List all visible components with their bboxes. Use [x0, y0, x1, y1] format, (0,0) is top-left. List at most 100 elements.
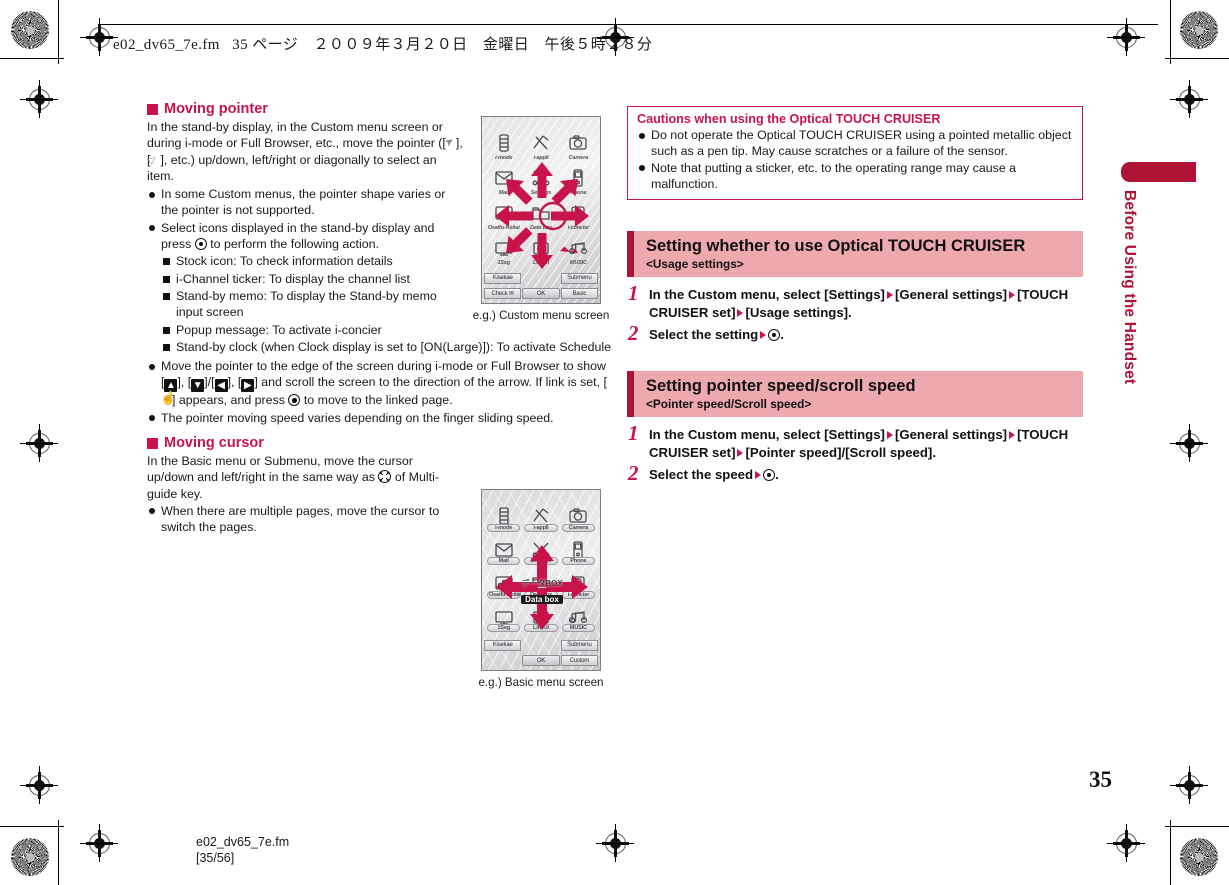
- step: 1 In the Custom menu, select [Settings] […: [628, 283, 1084, 321]
- figure-custom-menu: i-mode i-appli Camera Mail Settings Phone Osai…: [473, 116, 611, 323]
- bullet-dot-icon: [149, 415, 155, 422]
- square-bullet-icon: [163, 275, 170, 283]
- menu-tile-settings[interactable]: Settings: [522, 162, 559, 197]
- menu-tile-i-mode[interactable]: i-mode: [485, 500, 522, 534]
- list-item: i-Channel ticker: To display the channel…: [161, 271, 463, 287]
- i-appli-icon: [531, 507, 551, 525]
- softkey-kisekae[interactable]: Kisekae: [484, 272, 522, 284]
- registration-mark-bl: [80, 824, 118, 862]
- camera-icon: [568, 134, 588, 152]
- custom-menu-screenshot: i-mode i-appli Camera Mail Settings Phone Osai…: [481, 116, 601, 304]
- list-item: Stand-by memo: To display the Stand-by m…: [161, 288, 463, 321]
- menu-tile-i-concier[interactable]: i-concier: [560, 197, 597, 232]
- intro-part1: In the stand-by display, in the Custom m…: [147, 120, 446, 151]
- square-bullet-icon: [163, 292, 170, 300]
- moving-pointer-bullets-wide: Move the pointer to the edge of the scre…: [147, 358, 607, 426]
- menu-tile-data-box[interactable]: Data box: [522, 197, 559, 232]
- registration-mark-bc: [596, 824, 634, 862]
- step-number: 1: [628, 421, 639, 445]
- settings-icon: [531, 169, 551, 187]
- menu-tile-lifekit[interactable]: LifeKit: [522, 232, 559, 267]
- menu-tile-camera[interactable]: Camera: [560, 500, 597, 534]
- menu-tile-mail[interactable]: Mail: [485, 534, 522, 568]
- subbullet-text: Popup message: To activate i-concier: [176, 322, 382, 337]
- select-key-icon: [768, 329, 781, 341]
- step-part: Select the setting: [649, 327, 759, 342]
- menu-tile-mail[interactable]: Mail: [485, 162, 522, 197]
- figure-basic-menu: i-mode i-appli Camera Mail Settings Phone Osai…: [478, 489, 611, 690]
- menu-tile-1seg[interactable]: 1Seg: [485, 232, 522, 267]
- softkey-ok[interactable]: OK: [522, 288, 560, 300]
- pointer-outline-icon: [150, 154, 160, 166]
- list-item: Stand-by clock (when Clock display is se…: [161, 339, 621, 355]
- arrow-separator-icon: [760, 331, 767, 339]
- center-label-jp: データBOX: [521, 579, 563, 588]
- registration-mark-mr: [1170, 80, 1208, 118]
- bullet-text: When there are multiple pages, move the …: [161, 503, 440, 535]
- footer-pages: [35/56]: [196, 851, 235, 865]
- step-number: 2: [628, 321, 639, 345]
- steps-usage-settings: 1 In the Custom menu, select [Settings] […: [628, 283, 1084, 349]
- softkey-bar: Kisekae Submenu Check ✉ OK Basic: [484, 271, 598, 301]
- step: 1 In the Custom menu, select [Settings] […: [628, 421, 1084, 461]
- menu-tile-label: Camera: [568, 155, 589, 161]
- softkey-custom[interactable]: Custom: [560, 655, 598, 667]
- step-part: [General settings]: [894, 287, 1008, 302]
- list-item: Move the pointer to the edge of the scre…: [147, 358, 607, 409]
- moving-cursor-intro: In the Basic menu or Submenu, move the c…: [147, 453, 463, 502]
- menu-tile-phone[interactable]: Phone: [560, 534, 597, 568]
- step-text: Select the setting.: [649, 327, 784, 342]
- menu-tile-osaifu-keitai[interactable]: Osaifu-Keitai: [485, 197, 522, 232]
- move-text-c: ]/[: [204, 375, 215, 390]
- softkey-basic[interactable]: Basic: [560, 288, 598, 300]
- arrow-separator-icon: [886, 291, 893, 299]
- softkey-bar: Kisekae Submenu OK Custom: [484, 638, 598, 668]
- menu-tile-phone[interactable]: Phone: [560, 162, 597, 197]
- move-text-b: ], [: [177, 375, 192, 390]
- menu-tile-i-appli[interactable]: i-appli: [522, 127, 559, 162]
- caution-title: Cautions when using the Optical TOUCH CR…: [637, 112, 941, 126]
- softkey-ok[interactable]: OK: [522, 655, 560, 667]
- softkey-check-[interactable]: Check ✉: [484, 288, 522, 300]
- registration-mark-mr2: [1170, 424, 1208, 462]
- menu-tile-label: Settings: [524, 557, 558, 565]
- menu-tile-i-mode[interactable]: i-mode: [485, 127, 522, 162]
- heading-moving-pointer: Moving pointer: [147, 101, 607, 117]
- i-appli-icon: [531, 134, 551, 152]
- menu-tile-camera[interactable]: Camera: [560, 127, 597, 162]
- softkey-submenu[interactable]: Submenu: [560, 272, 598, 284]
- menu-tile-music[interactable]: MUSIC: [560, 232, 597, 267]
- menu-tile-label: Mail: [487, 557, 521, 565]
- heading-text: Moving cursor: [164, 435, 264, 452]
- registration-mark-br: [1107, 824, 1145, 862]
- menu-tile-label: 1Seg: [497, 260, 510, 266]
- section-header-usage-settings: Setting whether to use Optical TOUCH CRU…: [627, 231, 1083, 277]
- menu-tile-label: Osaifu-Keitai: [487, 225, 520, 231]
- select-key-icon: [194, 238, 207, 251]
- section-title: Setting pointer speed/scroll speed: [646, 377, 916, 395]
- section-square-icon: [147, 103, 158, 115]
- page-header-slug: e02_dv65_7e.fm 35 ページ ２００９年３月２０日 金曜日 午後５…: [98, 24, 1158, 54]
- step-text: In the Custom menu, select [Settings] [Ge…: [649, 286, 1084, 321]
- list-item: Stock icon: To check information details: [161, 253, 463, 269]
- menu-grid: i-mode i-appli Camera Mail Settings Phone Osai…: [485, 127, 597, 267]
- heading-moving-cursor: Moving cursor: [147, 435, 607, 451]
- square-bullet-icon: [163, 343, 170, 351]
- arrow-separator-icon: [1009, 431, 1016, 439]
- registration-mark-ml: [20, 80, 58, 118]
- section-title: Setting whether to use Optical TOUCH CRU…: [646, 237, 1026, 255]
- softkey-kisekae[interactable]: Kisekae: [484, 639, 522, 651]
- menu-tile-i-appli[interactable]: i-appli: [522, 500, 559, 534]
- menu-tile-settings[interactable]: Settings: [522, 534, 559, 568]
- step-number: 2: [628, 461, 639, 485]
- osaifu-keitai-icon: [494, 204, 514, 222]
- softkey-submenu[interactable]: Submenu: [560, 639, 598, 651]
- step-text: Select the speed.: [649, 467, 779, 482]
- section-subtitle: <Usage settings>: [646, 257, 744, 271]
- step-part: Select the speed: [649, 467, 754, 482]
- menu-grid: i-mode i-appli Camera Mail Settings Phone Osai…: [485, 500, 597, 634]
- step-part: In the Custom menu, select [Settings]: [649, 427, 885, 442]
- heading-text: Moving pointer: [164, 101, 268, 117]
- subbullet-text: Stock icon: To check information details: [176, 254, 393, 269]
- square-bullet-icon: [163, 258, 170, 266]
